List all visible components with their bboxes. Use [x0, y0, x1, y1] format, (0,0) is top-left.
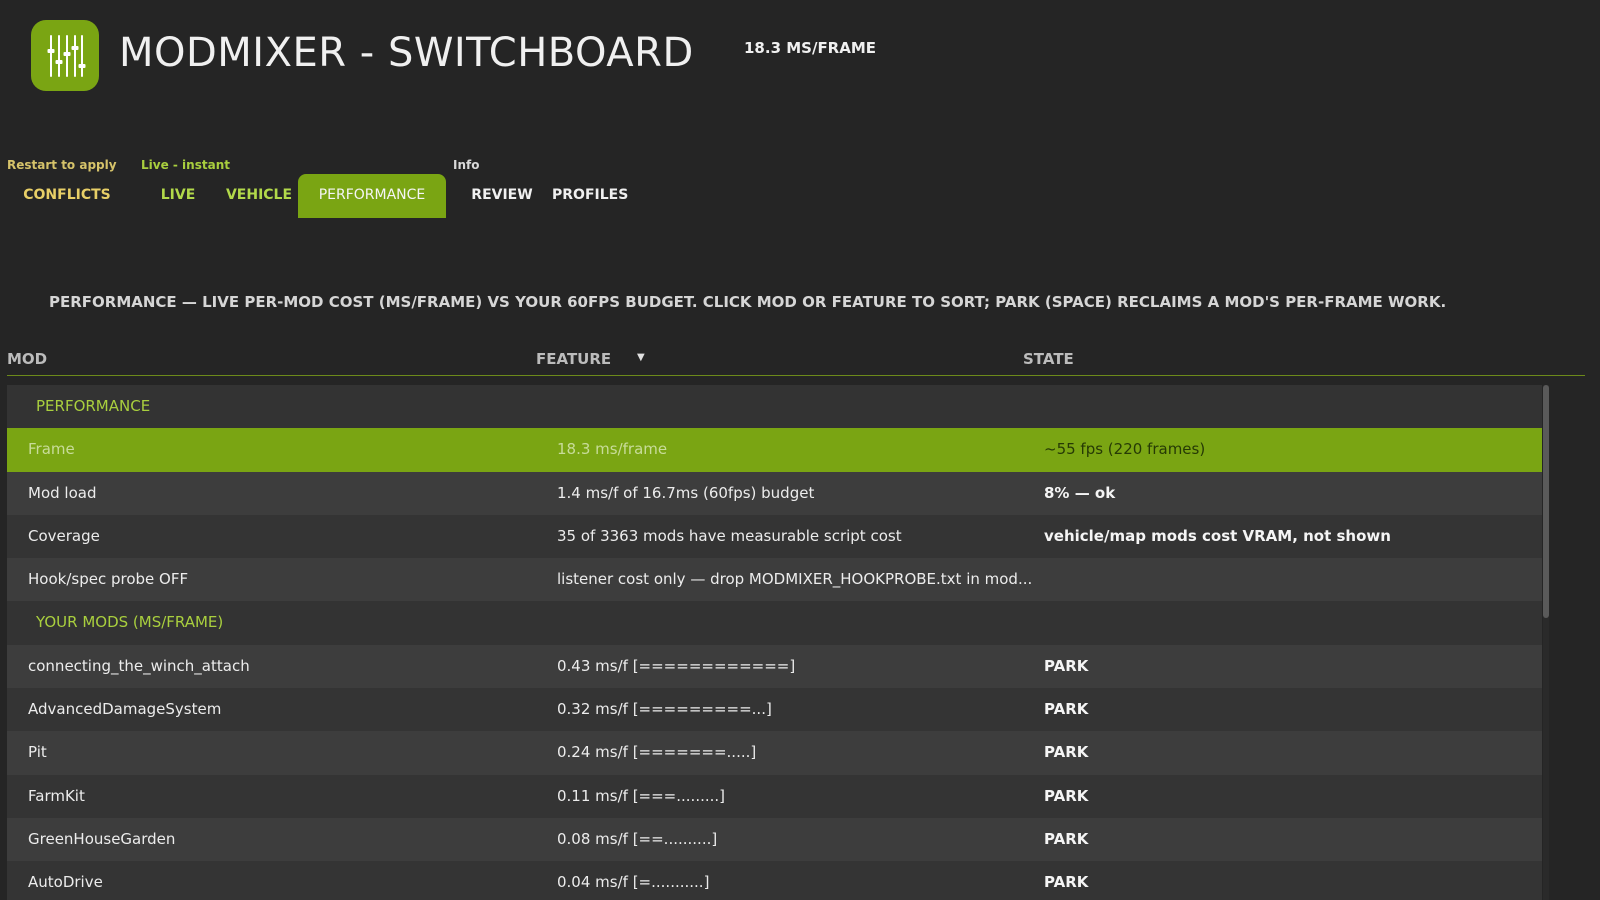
section-header-your-mods: YOUR MODS (MS/FRAME) [7, 601, 1542, 645]
tab-vehicle[interactable]: VEHICLE [223, 174, 295, 218]
table-row-coverage[interactable]: Coverage 35 of 3363 mods have measurable… [7, 514, 1542, 559]
section-title: YOUR MODS (MS/FRAME) [36, 613, 224, 632]
feature-cell: 0.11 ms/f [===.........] [557, 786, 726, 805]
mod-cell: Mod load [28, 483, 97, 502]
mod-cell: AutoDrive [28, 873, 103, 892]
feature-cell: listener cost only — drop MODMIXER_HOOKP… [557, 570, 1033, 589]
mod-cell: connecting_the_winch_attach [28, 656, 250, 675]
mod-cell: Pit [28, 743, 47, 762]
table-row-frame[interactable]: Frame 18.3 ms/frame ~55 fps (220 frames) [7, 428, 1542, 472]
section-title: PERFORMANCE [36, 397, 151, 415]
park-button[interactable]: PARK [1044, 861, 1088, 900]
app-window: MODMIXER - SWITCHBOARD 18.3 MS/FRAME Res… [0, 0, 1600, 900]
feature-cell: 0.32 ms/f [=========...] [557, 700, 772, 719]
table-row[interactable]: AdvancedDamageSystem 0.32 ms/f [========… [7, 688, 1542, 732]
table-row-mod-load[interactable]: Mod load 1.4 ms/f of 16.7ms (60fps) budg… [7, 471, 1542, 515]
section-header-performance: PERFORMANCE [7, 385, 1542, 429]
table-row-hook-probe[interactable]: Hook/spec probe OFF listener cost only —… [7, 558, 1542, 602]
tab-live[interactable]: LIVE [152, 174, 204, 218]
feature-cell: 0.24 ms/f [=======.....] [557, 743, 757, 762]
mod-cell: Hook/spec probe OFF [28, 570, 189, 589]
tab-group-label-info: Info [453, 158, 480, 172]
feature-cell: 35 of 3363 mods have measurable script c… [557, 526, 902, 545]
state-cell: vehicle/map mods cost VRAM, not shown [1044, 526, 1391, 545]
mixer-sliders-icon [31, 20, 99, 91]
page-description: PERFORMANCE — LIVE PER-MOD COST (MS/FRAM… [49, 293, 1447, 311]
tab-performance[interactable]: PERFORMANCE [298, 174, 446, 218]
table-row[interactable]: AutoDrive 0.04 ms/f [=...........] PARK [7, 861, 1542, 900]
table-row[interactable]: GreenHouseGarden 0.08 ms/f [==..........… [7, 817, 1542, 862]
park-button[interactable]: PARK [1044, 645, 1088, 688]
table-row[interactable]: Pit 0.24 ms/f [=======.....] PARK [7, 731, 1542, 775]
park-button[interactable]: PARK [1044, 731, 1088, 774]
feature-cell: 18.3 ms/frame [557, 440, 668, 459]
feature-cell: 1.4 ms/f of 16.7ms (60fps) budget [557, 483, 815, 502]
column-header-state[interactable]: STATE [1023, 350, 1074, 368]
app-title: MODMIXER - SWITCHBOARD [119, 30, 694, 76]
tab-group-label-restart: Restart to apply [7, 158, 117, 172]
state-cell: ~55 fps (220 frames) [1044, 440, 1206, 459]
column-header-feature[interactable]: FEATURE [536, 350, 611, 368]
mod-cell: Frame [28, 440, 75, 459]
mod-cell: Coverage [28, 526, 100, 545]
header-divider [7, 375, 1585, 376]
frame-time-readout: 18.3 MS/FRAME [744, 39, 877, 57]
tab-conflicts[interactable]: CONFLICTS [14, 174, 120, 218]
mod-cell: GreenHouseGarden [28, 829, 176, 848]
park-button[interactable]: PARK [1044, 818, 1088, 861]
table-row[interactable]: FarmKit 0.11 ms/f [===.........] PARK [7, 774, 1542, 818]
park-button[interactable]: PARK [1044, 775, 1088, 818]
park-button[interactable]: PARK [1044, 688, 1088, 731]
scrollbar-thumb[interactable] [1543, 385, 1549, 618]
sort-descending-icon: ▼ [637, 352, 645, 363]
tab-group-label-live: Live - instant [141, 158, 230, 172]
tab-review[interactable]: REVIEW [467, 174, 537, 218]
column-header-mod[interactable]: MOD [7, 350, 47, 368]
feature-cell: 0.43 ms/f [============] [557, 656, 796, 675]
mod-cell: FarmKit [28, 786, 85, 805]
mod-table: PERFORMANCE Frame 18.3 ms/frame ~55 fps … [7, 385, 1542, 900]
table-row[interactable]: connecting_the_winch_attach 0.43 ms/f [=… [7, 644, 1542, 689]
state-cell: 8% — ok [1044, 483, 1116, 502]
scrollbar-track[interactable] [1543, 385, 1549, 900]
feature-cell: 0.04 ms/f [=...........] [557, 873, 710, 892]
feature-cell: 0.08 ms/f [==..........] [557, 829, 718, 848]
tab-profiles[interactable]: PROFILES [552, 174, 628, 218]
mod-cell: AdvancedDamageSystem [28, 700, 222, 719]
